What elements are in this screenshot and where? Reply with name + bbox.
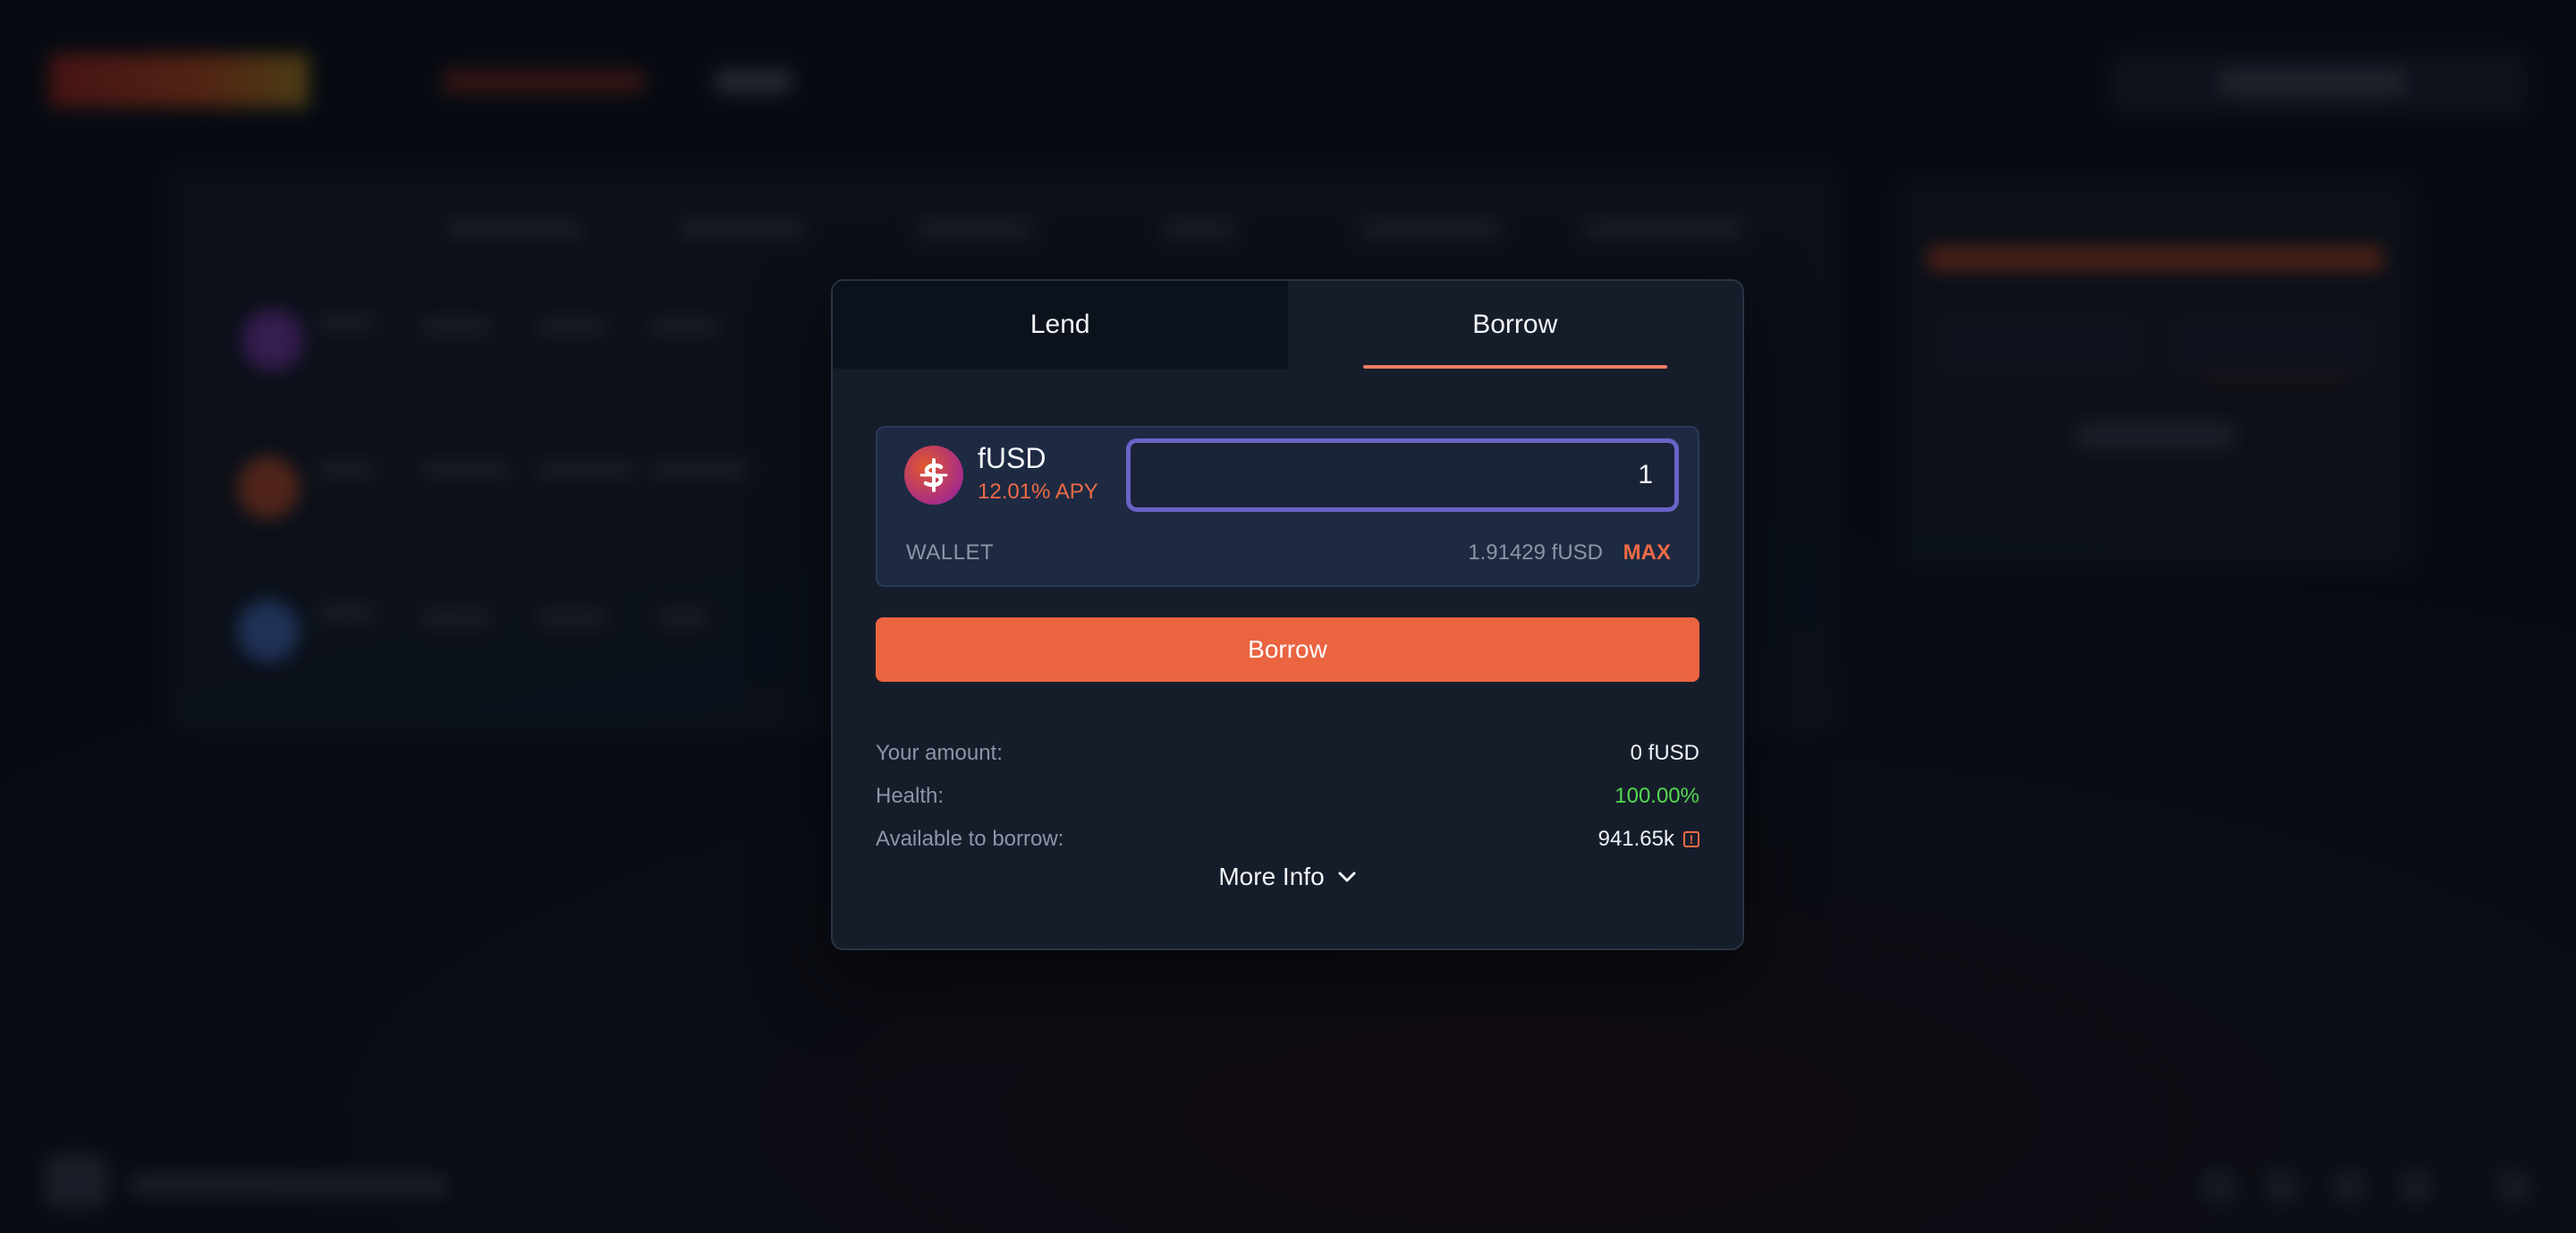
info-row-available: Available to borrow: 941.65k ! [876, 818, 1699, 861]
tab-borrow[interactable]: Borrow [1287, 281, 1742, 369]
borrow-info: Your amount: 0 fUSD Health: 100.00% Avai… [876, 732, 1699, 891]
tab-lend[interactable]: Lend [833, 281, 1288, 369]
health-label: Health: [876, 784, 945, 808]
available-to-borrow-value: 941.65k [1597, 827, 1674, 851]
alert-square-icon[interactable]: ! [1683, 831, 1699, 847]
asset-input-card: fUSD 12.01% APY WALLET 1.91429 fUSD MAX [876, 426, 1699, 587]
available-to-borrow: 941.65k ! [1598, 827, 1699, 852]
lend-borrow-modal: Lend Borrow fUSD 12.01% APY WALL [831, 279, 1744, 950]
amount-input[interactable] [1126, 438, 1679, 512]
tab-lend-label: Lend [1030, 310, 1090, 339]
info-row-health: Health: 100.00% [876, 775, 1699, 818]
modal-body: fUSD 12.01% APY WALLET 1.91429 fUSD MAX … [833, 426, 1742, 891]
active-tab-indicator [1362, 365, 1667, 369]
modal-tabs: Lend Borrow [833, 281, 1742, 369]
fusd-dollar-icon [904, 446, 963, 505]
asset-symbol: fUSD [978, 442, 1046, 474]
health-value: 100.00% [1614, 784, 1699, 808]
wallet-balance: 1.91429 fUSD [1468, 540, 1603, 565]
chevron-down-icon [1338, 872, 1356, 882]
app-page: Lend Borrow fUSD 12.01% APY WALL [0, 0, 2576, 1233]
info-row-your-amount: Your amount: 0 fUSD [876, 732, 1699, 775]
wallet-label: WALLET [906, 540, 995, 565]
asset-apy: 12.01% APY [978, 480, 1098, 504]
max-button[interactable]: MAX [1623, 540, 1671, 565]
more-info-toggle[interactable]: More Info [876, 863, 1699, 891]
your-amount-value: 0 fUSD [1630, 741, 1699, 765]
your-amount-label: Your amount: [876, 741, 1003, 765]
borrow-button[interactable]: Borrow [876, 617, 1699, 682]
available-to-borrow-label: Available to borrow: [876, 827, 1064, 851]
tab-borrow-label: Borrow [1472, 310, 1558, 339]
more-info-label: More Info [1218, 863, 1325, 890]
